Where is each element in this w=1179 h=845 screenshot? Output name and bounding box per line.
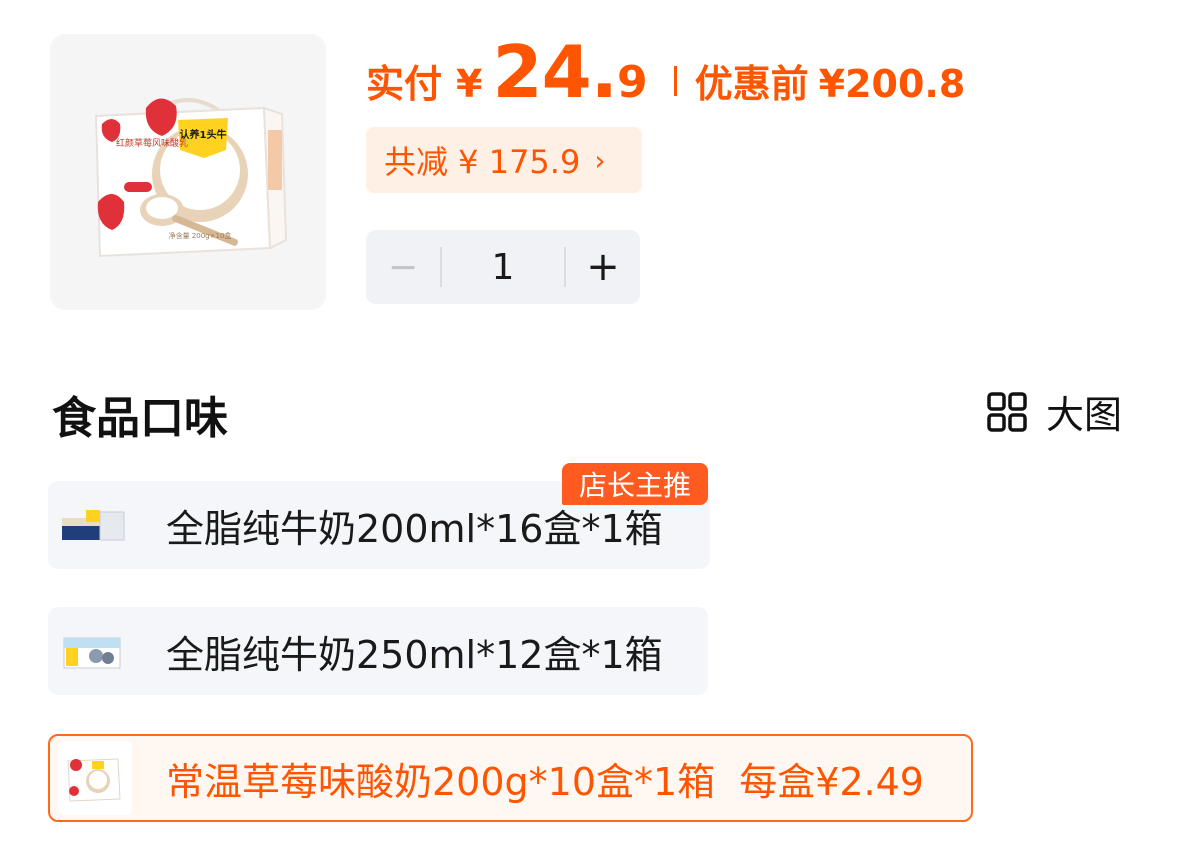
- box-spec-text: 净含量 200g×10盒: [169, 231, 232, 240]
- pay-currency: ¥: [456, 62, 483, 106]
- decrease-quantity-button[interactable]: −: [366, 230, 440, 304]
- box-title-text: 红颜草莓风味酸乳: [116, 137, 188, 149]
- option-thumbnail: [56, 488, 130, 562]
- price-row: 实付 ¥ 24. 9 优惠前 ¥200.8: [366, 30, 965, 120]
- price-divider: [673, 66, 677, 96]
- flavor-option-selected[interactable]: 常温草莓味酸奶200g*10盒*1箱 每盒¥2.49: [48, 734, 973, 822]
- option-unit-price: 每盒¥2.49: [739, 759, 924, 804]
- discount-detail-button[interactable]: 共减 ¥ 175.9 ›: [366, 127, 642, 193]
- quantity-value[interactable]: 1: [442, 247, 564, 288]
- option-label: 全脂纯牛奶200ml*16盒*1箱: [166, 506, 663, 551]
- flavor-option[interactable]: 全脂纯牛奶250ml*12盒*1箱: [48, 607, 708, 695]
- pay-amount-integer: 24.: [492, 30, 618, 114]
- pay-label: 实付: [366, 62, 443, 106]
- option-thumbnail: [56, 614, 130, 688]
- discount-total: 共减 ¥ 175.9: [384, 143, 581, 181]
- option-label: 全脂纯牛奶250ml*12盒*1箱: [166, 632, 663, 677]
- option-thumbnail: [58, 741, 132, 815]
- grid-icon: [987, 391, 1027, 432]
- section-title: 食品口味: [52, 393, 228, 444]
- large-image-view-label: 大图: [1046, 393, 1123, 437]
- product-box-illustration: 认养1头牛 红颜草莓风味酸乳 净含量 200g×10盒: [50, 34, 326, 310]
- large-image-view-toggle[interactable]: 大图: [986, 384, 1122, 439]
- recommended-badge: 店长主推: [562, 463, 708, 505]
- quantity-stepper: − 1 +: [366, 230, 640, 304]
- chevron-right-icon: ›: [594, 143, 606, 177]
- increase-quantity-button[interactable]: +: [566, 230, 640, 304]
- product-image[interactable]: 认养1头牛 红颜草莓风味酸乳 净含量 200g×10盒: [50, 34, 326, 310]
- original-price: ¥200.8: [818, 62, 966, 106]
- original-price-label: 优惠前: [694, 62, 809, 106]
- option-label: 常温草莓味酸奶200g*10盒*1箱: [166, 759, 716, 804]
- pay-amount-decimal: 9: [617, 57, 648, 108]
